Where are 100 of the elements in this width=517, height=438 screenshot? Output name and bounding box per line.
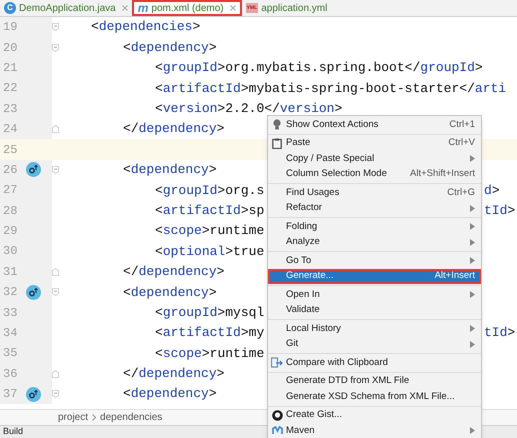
- tab-label: pom.xml (demo): [151, 2, 224, 16]
- code-line: <scope>runtime: [155, 344, 264, 363]
- code-line: </dependency>: [123, 365, 224, 384]
- submenu-arrow-icon: [470, 427, 475, 434]
- line-number: 35: [2, 345, 18, 362]
- menu-item[interactable]: Refactor: [268, 200, 481, 216]
- menu-item[interactable]: Column Selection Mode Alt+Shift+Insert: [268, 166, 481, 182]
- line-number: 20: [2, 40, 18, 57]
- line-number: 19: [2, 19, 18, 36]
- close-icon[interactable]: [230, 5, 236, 11]
- menu-item[interactable]: Open In: [268, 287, 481, 302]
- submenu-arrow-icon: [470, 223, 475, 230]
- menu-item[interactable]: Generate XSD Schema from XML File...: [268, 389, 481, 404]
- code-line: <dependency>: [123, 284, 217, 302]
- line-number: 29: [2, 223, 18, 240]
- code-line: <dependencies>: [91, 18, 200, 36]
- code-line: <scope>runtime: [155, 222, 264, 240]
- menu-item[interactable]: Compare with Clipboard: [268, 355, 481, 370]
- line-number: 33: [2, 304, 18, 322]
- class-icon: C: [4, 2, 16, 14]
- menu-item[interactable]: Paste Ctrl+V: [268, 136, 481, 151]
- code-line: <dependency>: [123, 385, 217, 404]
- line-number: 21: [2, 60, 18, 77]
- menu-item[interactable]: Validate: [268, 302, 481, 318]
- editor-tab[interactable]: C DemoApplication.java: [0, 0, 132, 16]
- line-number: 25: [2, 142, 18, 159]
- chevron-icon: [92, 414, 96, 421]
- line-number: 23: [2, 100, 18, 118]
- code-line: <artifactId>sp: [155, 202, 264, 220]
- submenu-arrow-icon: [470, 155, 475, 162]
- submenu-arrow-icon: [470, 257, 475, 264]
- octocat-icon: [272, 410, 282, 421]
- line-number: 22: [2, 80, 18, 98]
- submenu-arrow-icon: [470, 291, 475, 298]
- line-number: 27: [2, 182, 18, 200]
- lightbulb-icon: [273, 119, 281, 130]
- submenu-arrow-icon: [470, 340, 475, 348]
- submenu-arrow-icon: [470, 238, 475, 246]
- breadcrumb[interactable]: dependencies: [100, 410, 162, 425]
- line-number: 32: [2, 284, 18, 302]
- fold-marker-icon[interactable]: [52, 287, 59, 298]
- shortcut-label: Ctrl+V: [448, 136, 475, 150]
- menu-item[interactable]: Show Context Actions Ctrl+1: [268, 117, 481, 132]
- clipboard-icon: [272, 138, 282, 149]
- menu-item[interactable]: Analyze: [268, 234, 481, 250]
- fold-marker-icon[interactable]: [52, 368, 59, 379]
- menu-item[interactable]: Folding: [268, 219, 481, 234]
- code-fragment: d>: [484, 182, 500, 200]
- line-number: 34: [2, 325, 18, 342]
- code-fragment: tId>: [484, 202, 516, 220]
- menu-item[interactable]: Find Usages Ctrl+G: [268, 185, 481, 200]
- menu-item[interactable]: Go To: [268, 253, 481, 268]
- code-line: <artifactId>my: [155, 324, 264, 342]
- menu-item[interactable]: Maven: [268, 423, 481, 438]
- line-number: 28: [2, 202, 18, 220]
- code-line: <groupId>org.mybatis.spring.boot</groupId>: [155, 59, 483, 78]
- line-number: 26: [2, 162, 18, 179]
- line-number: 30: [2, 243, 18, 260]
- fold-marker-icon[interactable]: [52, 124, 59, 134]
- menu-item[interactable]: Copy / Paste Special: [268, 151, 481, 166]
- shortcut-label: Ctrl+G: [447, 186, 475, 200]
- code-line: <groupId>org.s: [155, 182, 264, 200]
- menu-item[interactable]: Create Gist...: [268, 408, 481, 423]
- fold-marker-icon[interactable]: [52, 266, 59, 277]
- code-line: <artifactId>mybatis-spring-boot-starter</arti: [155, 80, 506, 98]
- line-number: 31: [2, 264, 18, 281]
- code-fragment: tId>: [484, 324, 516, 342]
- shortcut-label: Alt+Insert: [434, 269, 475, 284]
- code-line: </dependency>: [123, 263, 224, 282]
- line-number: 36: [2, 366, 18, 383]
- maven-icon: [272, 426, 282, 436]
- line-number: 37: [2, 386, 18, 404]
- maven-icon: m: [138, 2, 148, 14]
- tab-label: application.yml: [261, 2, 328, 16]
- code-line: </dependency>: [123, 120, 224, 138]
- shortcut-label: Alt+Shift+Insert: [410, 167, 475, 182]
- breadcrumb[interactable]: project: [58, 410, 88, 425]
- editor-tab[interactable]: m pom.xml (demo): [132, 0, 242, 16]
- overrides-icon[interactable]: [26, 162, 40, 178]
- overrides-icon[interactable]: [26, 386, 40, 402]
- shortcut-label: Ctrl+1: [449, 118, 475, 132]
- fold-marker-icon[interactable]: [52, 389, 59, 400]
- submenu-arrow-icon: [470, 325, 475, 332]
- code-line: <optional>true: [155, 242, 264, 261]
- menu-item[interactable]: Generate DTD from XML File: [268, 374, 481, 389]
- menu-item[interactable]: Generate... Alt+Insert: [268, 268, 481, 284]
- fold-marker-icon[interactable]: [52, 22, 59, 32]
- compare-icon: [271, 356, 283, 369]
- tab-label: DemoApplication.java: [19, 2, 116, 16]
- menu-item[interactable]: Git: [268, 336, 481, 352]
- overrides-icon[interactable]: [26, 284, 40, 300]
- fold-marker-icon[interactable]: [52, 42, 59, 53]
- code-line: <version>2.2.0</version>: [155, 100, 342, 118]
- fold-marker-icon[interactable]: [52, 164, 59, 175]
- line-number: 24: [2, 121, 18, 138]
- code-line: <dependency>: [123, 38, 217, 57]
- build-tool-tab[interactable]: Build: [0, 425, 26, 438]
- close-icon[interactable]: [122, 5, 128, 11]
- menu-item[interactable]: Local History: [268, 321, 481, 336]
- submenu-arrow-icon: [470, 204, 475, 212]
